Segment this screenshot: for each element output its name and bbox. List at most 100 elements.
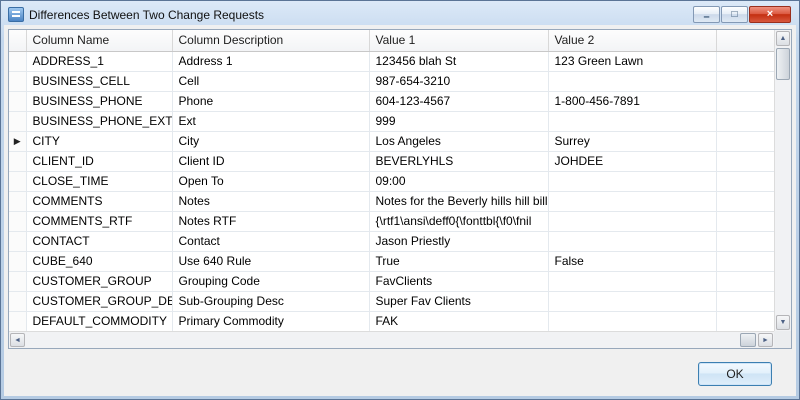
grid-cell[interactable]: Jason Priestly [369,231,548,251]
grid-cell[interactable]: Grouping Code [172,271,369,291]
grid-cell[interactable] [548,271,716,291]
grid-cell[interactable]: BUSINESS_CELL [26,71,172,91]
grid-cell[interactable]: Open To [172,171,369,191]
grid-body: ADDRESS_1Address 1123456 blah St123 Gree… [9,51,774,331]
grid-cell[interactable]: 123 Green Lawn [548,51,716,71]
grid-row: BUSINESS_PHONEPhone604-123-45671-800-456… [9,91,774,111]
grid-cell[interactable]: Address 1 [172,51,369,71]
row-indicator[interactable] [9,91,26,111]
grid-cell[interactable]: Sub-Grouping Desc [172,291,369,311]
grid-cell[interactable]: 999 [369,111,548,131]
row-indicator[interactable] [9,251,26,271]
grid-cell[interactable] [548,191,716,211]
grid-cell[interactable] [548,171,716,191]
grid-row: BUSINESS_CELLCell987-654-3210 [9,71,774,91]
current-row-marker[interactable]: ▶ [9,131,26,151]
grid-cell[interactable]: {\rtf1\ansi\deff0{\fonttbl{\f0\fnil [369,211,548,231]
grid-cell[interactable]: Cell [172,71,369,91]
vertical-scrollbar[interactable]: ▲ ▼ [774,30,791,331]
row-indicator[interactable] [9,211,26,231]
dialog-client-area: Column Name Column Description Value 1 V… [4,25,796,396]
grid-cell[interactable]: COMMENTS [26,191,172,211]
column-header-description[interactable]: Column Description [172,30,369,51]
row-indicator[interactable] [9,171,26,191]
scroll-right-button[interactable]: ► [758,333,773,347]
title-bar[interactable]: Differences Between Two Change Requests … [4,4,796,25]
grid-cell[interactable]: Contact [172,231,369,251]
grid-cell[interactable]: COMMENTS_RTF [26,211,172,231]
row-indicator[interactable] [9,271,26,291]
grid-row: CUSTOMER_GROUPGrouping CodeFavClients [9,271,774,291]
grid-cell[interactable]: Notes for the Beverly hills hill bill [369,191,548,211]
grid-cell[interactable]: Use 640 Rule [172,251,369,271]
grid-cell[interactable]: Surrey [548,131,716,151]
row-indicator[interactable] [9,311,26,331]
grid-cell[interactable]: Notes RTF [172,211,369,231]
grid-cell[interactable]: BEVERLYHLS [369,151,548,171]
grid-cell[interactable]: CUSTOMER_GROUP_DESC [26,291,172,311]
row-indicator[interactable] [9,151,26,171]
grid-row: CONTACTContactJason Priestly [9,231,774,251]
scroll-up-button[interactable]: ▲ [776,31,790,46]
grid-cell[interactable]: Super Fav Clients [369,291,548,311]
grid-filler-cell [716,151,774,171]
grid-cell[interactable]: 123456 blah St [369,51,548,71]
grid-cell[interactable] [548,231,716,251]
grid-cell[interactable]: CLOSE_TIME [26,171,172,191]
scroll-down-button[interactable]: ▼ [776,315,790,330]
grid-cell[interactable]: BUSINESS_PHONE_EXT [26,111,172,131]
minimize-button[interactable]: – [693,6,720,23]
grid-table-area: Column Name Column Description Value 1 V… [9,30,774,331]
grid-cell[interactable]: Phone [172,91,369,111]
horizontal-scrollbar[interactable]: ◄ ► [9,331,774,348]
scroll-left-button[interactable]: ◄ [10,333,25,347]
row-indicator[interactable] [9,231,26,251]
grid-cell[interactable]: FAK [369,311,548,331]
grid-row: BUSINESS_PHONE_EXTExt999 [9,111,774,131]
grid-cell[interactable]: Primary Commodity [172,311,369,331]
grid-cell[interactable]: 604-123-4567 [369,91,548,111]
grid-cell[interactable]: CUSTOMER_GROUP [26,271,172,291]
grid-cell[interactable] [548,111,716,131]
grid-cell[interactable]: False [548,251,716,271]
grid-cell[interactable]: FavClients [369,271,548,291]
maximize-button[interactable]: □ [721,6,748,23]
grid-cell[interactable]: BUSINESS_PHONE [26,91,172,111]
grid-filler-cell [716,111,774,131]
grid-cell[interactable]: CONTACT [26,231,172,251]
grid-cell[interactable]: CLIENT_ID [26,151,172,171]
grid-cell[interactable]: Notes [172,191,369,211]
grid-cell[interactable]: Client ID [172,151,369,171]
row-indicator[interactable] [9,111,26,131]
grid-cell[interactable] [548,291,716,311]
row-indicator[interactable] [9,51,26,71]
row-indicator[interactable] [9,291,26,311]
grid-cell[interactable]: ADDRESS_1 [26,51,172,71]
horizontal-scroll-thumb[interactable] [740,333,756,347]
grid-cell[interactable]: True [369,251,548,271]
grid-header-row: Column Name Column Description Value 1 V… [9,30,774,51]
grid-cell[interactable]: Los Angeles [369,131,548,151]
grid-cell[interactable]: City [172,131,369,151]
grid-cell[interactable] [548,71,716,91]
ok-button[interactable]: OK [698,362,772,386]
grid-cell[interactable]: Ext [172,111,369,131]
grid-cell[interactable]: JOHDEE [548,151,716,171]
column-header-value2[interactable]: Value 2 [548,30,716,51]
grid-cell[interactable]: 987-654-3210 [369,71,548,91]
column-header-name[interactable]: Column Name [26,30,172,51]
vertical-scroll-thumb[interactable] [776,48,790,80]
row-indicator[interactable] [9,191,26,211]
column-header-value1[interactable]: Value 1 [369,30,548,51]
close-button[interactable]: × [749,6,791,23]
grid-cell[interactable] [548,211,716,231]
grid-cell[interactable]: 09:00 [369,171,548,191]
grid-filler-cell [716,51,774,71]
grid-cell[interactable]: DEFAULT_COMMODITY [26,311,172,331]
grid-cell[interactable]: 1-800-456-7891 [548,91,716,111]
row-indicator[interactable] [9,71,26,91]
grid-cell[interactable]: CITY [26,131,172,151]
grid-cell[interactable] [548,311,716,331]
grid-filler-cell [716,211,774,231]
grid-cell[interactable]: CUBE_640 [26,251,172,271]
